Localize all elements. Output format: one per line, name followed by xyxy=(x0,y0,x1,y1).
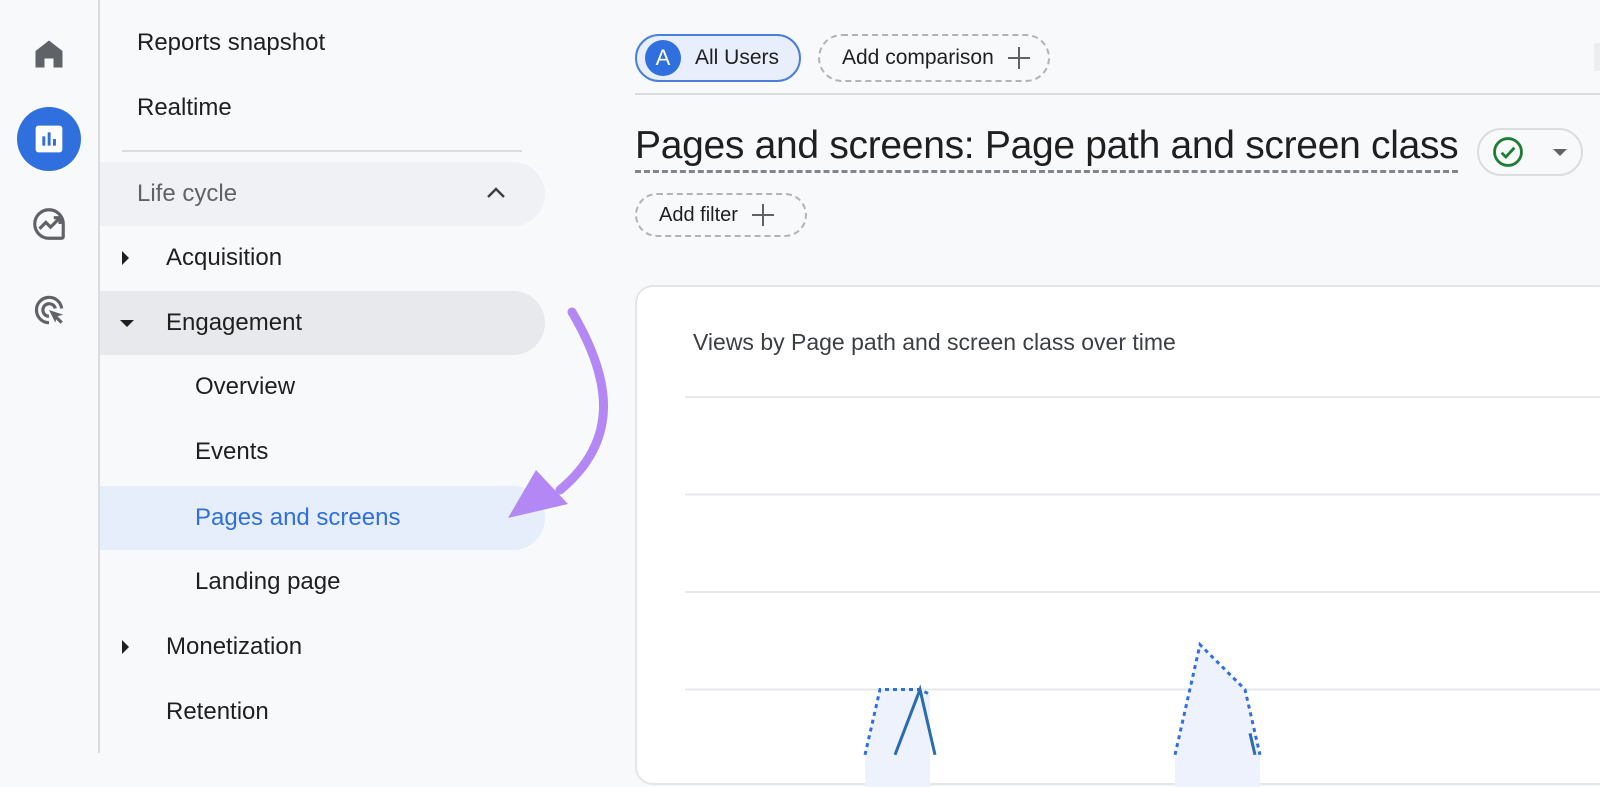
line-chart xyxy=(637,287,1600,787)
header-divider xyxy=(635,93,1600,95)
segment-avatar: A xyxy=(645,40,681,76)
toolbar-edge xyxy=(1594,43,1600,71)
series-area-fill xyxy=(865,690,930,787)
plus-icon xyxy=(752,204,774,226)
caret-right-icon xyxy=(122,251,129,265)
nav-overview-label: Overview xyxy=(195,373,295,401)
rail-advertising-button[interactable] xyxy=(17,278,81,342)
nav-engagement-events[interactable]: Events xyxy=(100,420,545,484)
plus-icon xyxy=(1008,47,1030,69)
nav-engagement-label: Engagement xyxy=(166,309,302,337)
rail-home-button[interactable] xyxy=(17,22,81,86)
dropdown-arrow-icon xyxy=(1553,149,1567,156)
nav-realtime-label: Realtime xyxy=(137,94,232,122)
nav-reports-snapshot-label: Reports snapshot xyxy=(137,29,325,57)
add-comparison-button[interactable]: Add comparison xyxy=(818,34,1050,82)
nav-section-life-cycle[interactable]: Life cycle xyxy=(100,162,545,226)
nav-acquisition[interactable]: Acquisition xyxy=(100,226,545,290)
nav-pages-and-screens-label: Pages and screens xyxy=(195,504,400,532)
annotation-arrow xyxy=(500,300,620,530)
nav-landing-page-label: Landing page xyxy=(195,568,340,596)
rail-explore-button[interactable] xyxy=(17,192,81,256)
report-status-dropdown[interactable] xyxy=(1477,128,1583,176)
nav-engagement[interactable]: Engagement xyxy=(100,291,545,355)
nav-monetization-label: Monetization xyxy=(166,633,302,661)
nav-retention[interactable]: Retention xyxy=(100,680,545,744)
annotation-arrow-shaft xyxy=(560,312,604,490)
series-area-fill xyxy=(1175,645,1260,787)
nav-section-label: Life cycle xyxy=(137,180,237,208)
nav-engagement-overview[interactable]: Overview xyxy=(100,355,545,419)
rail-reports-button[interactable] xyxy=(17,107,81,171)
nav-divider xyxy=(122,150,522,152)
page-title[interactable]: Pages and screens: Page path and screen … xyxy=(635,122,1458,173)
add-filter-label: Add filter xyxy=(659,204,738,227)
nav-acquisition-label: Acquisition xyxy=(166,244,282,272)
explore-insights-icon xyxy=(30,205,68,243)
chart-card: Views by Page path and screen class over… xyxy=(635,285,1600,785)
chevron-up-icon xyxy=(486,185,506,199)
caret-down-icon xyxy=(120,320,134,327)
home-icon xyxy=(31,36,67,72)
bar-chart-icon xyxy=(33,123,65,155)
nav-monetization[interactable]: Monetization xyxy=(100,615,545,679)
segment-label: All Users xyxy=(695,46,779,70)
add-filter-button[interactable]: Add filter xyxy=(635,193,807,237)
icon-rail xyxy=(0,0,100,753)
nav-events-label: Events xyxy=(195,438,268,466)
nav-pages-and-screens[interactable]: Pages and screens xyxy=(100,486,545,550)
add-comparison-label: Add comparison xyxy=(842,46,994,70)
report-navigation: Reports snapshot Realtime Life cycle Acq… xyxy=(100,0,620,753)
check-circle-icon xyxy=(1491,135,1525,169)
caret-right-icon xyxy=(122,640,129,654)
main-content: A All Users Add comparison Pages and scr… xyxy=(620,0,1600,753)
segment-chip-all-users[interactable]: A All Users xyxy=(635,34,801,82)
nav-retention-label: Retention xyxy=(166,698,269,726)
nav-landing-page[interactable]: Landing page xyxy=(100,550,545,614)
target-cursor-icon xyxy=(30,291,68,329)
